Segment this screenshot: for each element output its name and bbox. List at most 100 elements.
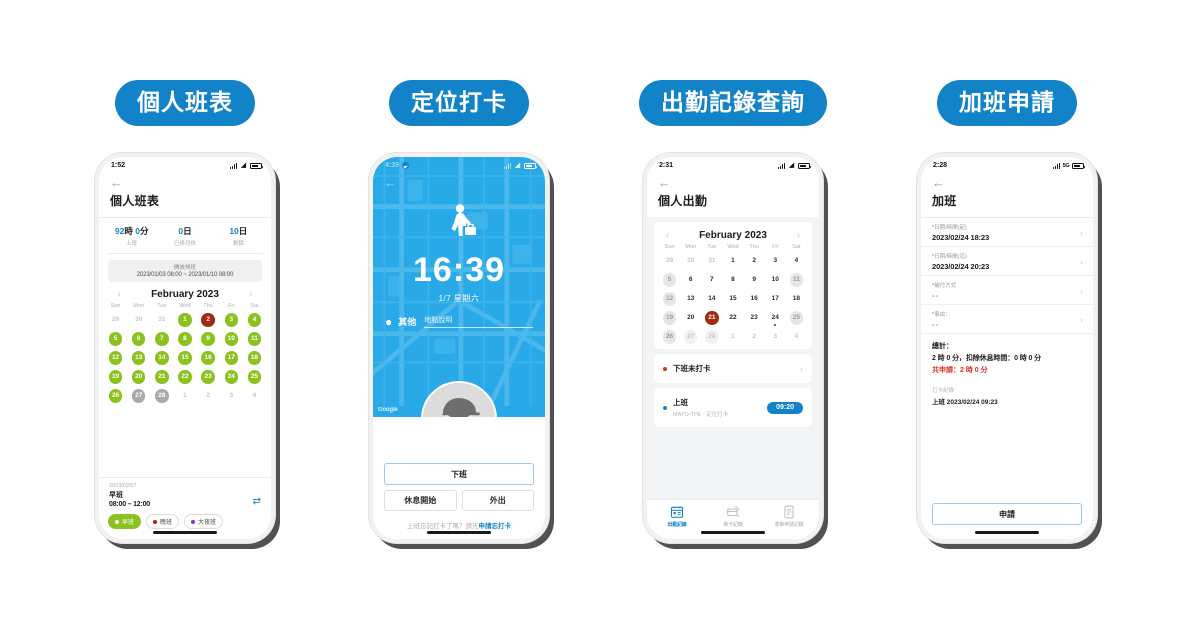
calendar-prev-icon[interactable]: ‹: [118, 289, 121, 300]
calendar-day-cell[interactable]: 20: [127, 368, 150, 385]
calendar-day-cell[interactable]: 10: [765, 271, 786, 288]
list-item[interactable]: 上班 MAYO-TPE - 定位打卡 09:20: [654, 388, 812, 427]
calendar-day-cell[interactable]: 21: [150, 368, 173, 385]
calendar-day-cell[interactable]: 14: [701, 290, 722, 307]
calendar-day-cell[interactable]: 16: [744, 290, 765, 307]
calendar-day-cell[interactable]: 30: [127, 311, 150, 328]
calendar-day-cell[interactable]: 15: [173, 349, 196, 366]
calendar-day-cell[interactable]: 11: [786, 271, 807, 288]
calendar-day-cell[interactable]: 12: [104, 349, 127, 366]
calendar-day-cell[interactable]: 28: [701, 328, 722, 345]
break-start-button[interactable]: 休息開始: [384, 490, 457, 512]
calendar-day-cell[interactable]: 3: [220, 311, 243, 328]
calendar-day-cell[interactable]: 25: [243, 368, 266, 385]
calendar-day-cell[interactable]: 14: [150, 349, 173, 366]
calendar-day-cell[interactable]: 27: [127, 387, 150, 404]
calendar-day-cell[interactable]: 20: [680, 309, 701, 326]
calendar-day-cell[interactable]: 15: [722, 290, 743, 307]
calendar-day-cell[interactable]: 18: [786, 290, 807, 307]
record-card-clockin[interactable]: 上班 MAYO-TPE - 定位打卡 09:20: [654, 388, 812, 428]
field-reason[interactable]: *事由： -- ›: [921, 305, 1093, 335]
map-background[interactable]: 4:39 ◢ ←: [373, 157, 545, 418]
calendar-day-cell[interactable]: 24: [765, 309, 786, 327]
calendar-day-cell[interactable]: 10: [220, 330, 243, 347]
tab-form-application-record[interactable]: 表單申請記錄: [761, 504, 817, 528]
calendar-day-cell[interactable]: 19: [104, 368, 127, 385]
calendar-day-cell[interactable]: 13: [680, 290, 701, 307]
calendar-day-cell[interactable]: 9: [197, 330, 220, 347]
calendar-day-cell[interactable]: 2: [744, 252, 765, 269]
calendar-day-cell[interactable]: 24: [220, 368, 243, 385]
calendar-day-cell[interactable]: 31: [150, 311, 173, 328]
calendar-day-cell[interactable]: 4: [786, 328, 807, 345]
calendar-day-cell[interactable]: 31: [701, 252, 722, 269]
calendar-day-cell[interactable]: 28: [150, 387, 173, 404]
calendar-day-cell[interactable]: 25: [786, 309, 807, 326]
calendar-day-cell[interactable]: 21: [701, 309, 722, 326]
calendar-day-cell[interactable]: 17: [220, 349, 243, 366]
calendar-day-cell[interactable]: 3: [765, 328, 786, 345]
calendar-day-cell[interactable]: 27: [680, 328, 701, 345]
calendar-prev-icon[interactable]: ‹: [666, 230, 669, 241]
calendar-day-cell[interactable]: 9: [744, 271, 765, 288]
shift-swap-icon[interactable]: ⇄: [253, 497, 261, 507]
calendar-day-cell[interactable]: 23: [744, 309, 765, 326]
calendar-day-cell[interactable]: 3: [220, 387, 243, 404]
calendar-day-cell[interactable]: 4: [243, 311, 266, 328]
calendar-day-cell[interactable]: 4: [786, 252, 807, 269]
back-arrow-icon[interactable]: ←: [932, 176, 1082, 189]
calendar-day-cell[interactable]: 1: [173, 311, 196, 328]
open-shift-banner[interactable]: 開放排班 2023/01/03 08:00 ~ 2023/01/10 08:00: [108, 260, 262, 283]
back-arrow-icon[interactable]: ←: [658, 176, 808, 189]
list-item[interactable]: 下班未打卡 ›: [654, 354, 812, 383]
calendar-day-cell[interactable]: 18: [243, 349, 266, 366]
punch-location-desc[interactable]: 地點說明: [424, 315, 533, 329]
tab-attendance-record[interactable]: 出勤記錄: [649, 504, 705, 528]
calendar-day-cell[interactable]: 13: [127, 349, 150, 366]
submit-application-button[interactable]: 申請: [932, 503, 1082, 526]
calendar-day-cell[interactable]: 2: [197, 387, 220, 404]
legend-pill[interactable]: 大夜班: [184, 514, 224, 530]
calendar-day-cell[interactable]: 1: [722, 328, 743, 345]
calendar-day-cell[interactable]: 2: [744, 328, 765, 345]
field-start-datetime[interactable]: *日期/時間(起) 2023/02/24 18:23 ›: [921, 218, 1093, 248]
calendar-day-cell[interactable]: 16: [197, 349, 220, 366]
tab-card-swipe-record[interactable]: 刷卡紀錄: [705, 504, 761, 528]
calendar-day-cell[interactable]: 6: [680, 271, 701, 288]
calendar-day-cell[interactable]: 29: [104, 311, 127, 328]
punch-location-row[interactable]: ● 其他 地點說明: [385, 315, 533, 329]
calendar-day-cell[interactable]: 30: [680, 252, 701, 269]
go-out-button[interactable]: 外出: [461, 490, 534, 512]
calendar-day-cell[interactable]: 8: [722, 271, 743, 288]
record-card-missing-clockout[interactable]: 下班未打卡 ›: [654, 354, 812, 384]
calendar-day-cell[interactable]: 26: [659, 328, 680, 345]
back-arrow-icon[interactable]: ←: [110, 176, 260, 189]
calendar-day-cell[interactable]: 2: [197, 311, 220, 328]
calendar-day-cell[interactable]: 22: [722, 309, 743, 326]
field-end-datetime[interactable]: *日期/時間(迄) 2023/02/24 20:23 ›: [921, 247, 1093, 277]
calendar-day-cell[interactable]: 5: [104, 330, 127, 347]
calendar-day-cell[interactable]: 1: [173, 387, 196, 404]
calendar-day-cell[interactable]: 23: [197, 368, 220, 385]
legend-pill[interactable]: 晚班: [146, 514, 180, 530]
field-compensation-method[interactable]: *補付方式 -- ›: [921, 276, 1093, 306]
calendar-day-cell[interactable]: 8: [173, 330, 196, 347]
clock-out-button[interactable]: 下班: [384, 463, 534, 486]
calendar-day-cell[interactable]: 29: [659, 252, 680, 269]
calendar-day-cell[interactable]: 26: [104, 387, 127, 404]
calendar-day-cell[interactable]: 6: [127, 330, 150, 347]
calendar-day-cell[interactable]: 7: [701, 271, 722, 288]
calendar-next-icon[interactable]: ›: [797, 230, 800, 241]
calendar-day-cell[interactable]: 1: [722, 252, 743, 269]
calendar-day-cell[interactable]: 22: [173, 368, 196, 385]
legend-pill[interactable]: 早班: [108, 514, 142, 530]
calendar-day-cell[interactable]: 17: [765, 290, 786, 307]
calendar-day-cell[interactable]: 12: [659, 290, 680, 307]
calendar-day-cell[interactable]: 19: [659, 309, 680, 326]
calendar-day-cell[interactable]: 7: [150, 330, 173, 347]
calendar-day-cell[interactable]: 3: [765, 252, 786, 269]
forgot-punch-link[interactable]: 申請忘打卡: [479, 523, 512, 530]
calendar-next-icon[interactable]: ›: [249, 289, 252, 300]
calendar-day-cell[interactable]: 5: [659, 271, 680, 288]
calendar-day-cell[interactable]: 4: [243, 387, 266, 404]
